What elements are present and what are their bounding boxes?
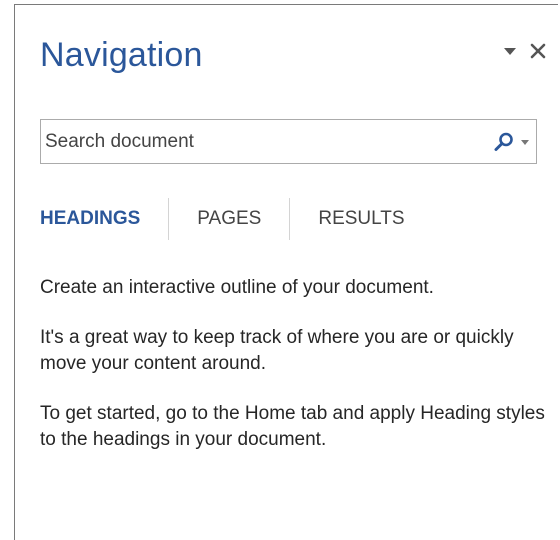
close-icon bbox=[530, 43, 546, 59]
search-options-button[interactable] bbox=[519, 135, 531, 149]
pane-options-button[interactable] bbox=[502, 43, 518, 59]
search-box bbox=[40, 119, 537, 164]
tab-headings[interactable]: HEADINGS bbox=[40, 197, 168, 241]
tab-results[interactable]: RESULTS bbox=[290, 197, 432, 241]
search-input[interactable] bbox=[41, 120, 461, 163]
help-line-3: To get started, go to the Home tab and a… bbox=[40, 403, 545, 450]
tab-strip: HEADINGS PAGES RESULTS bbox=[40, 197, 433, 241]
search-button[interactable] bbox=[493, 131, 515, 153]
pane-title: Navigation bbox=[40, 36, 203, 74]
magnifier-icon bbox=[494, 132, 513, 151]
headings-help-message: Create an interactive outline of your do… bbox=[40, 275, 550, 477]
tab-pages[interactable]: PAGES bbox=[169, 197, 289, 241]
navigation-pane: Navigation HEADINGS bbox=[14, 4, 558, 540]
triangle-down-icon bbox=[504, 48, 516, 55]
help-line-2: It's a great way to keep track of where … bbox=[40, 327, 514, 374]
triangle-down-icon bbox=[521, 140, 529, 145]
pane-title-controls bbox=[502, 41, 548, 61]
pane-close-button[interactable] bbox=[528, 41, 548, 61]
help-line-1: Create an interactive outline of your do… bbox=[40, 277, 434, 298]
